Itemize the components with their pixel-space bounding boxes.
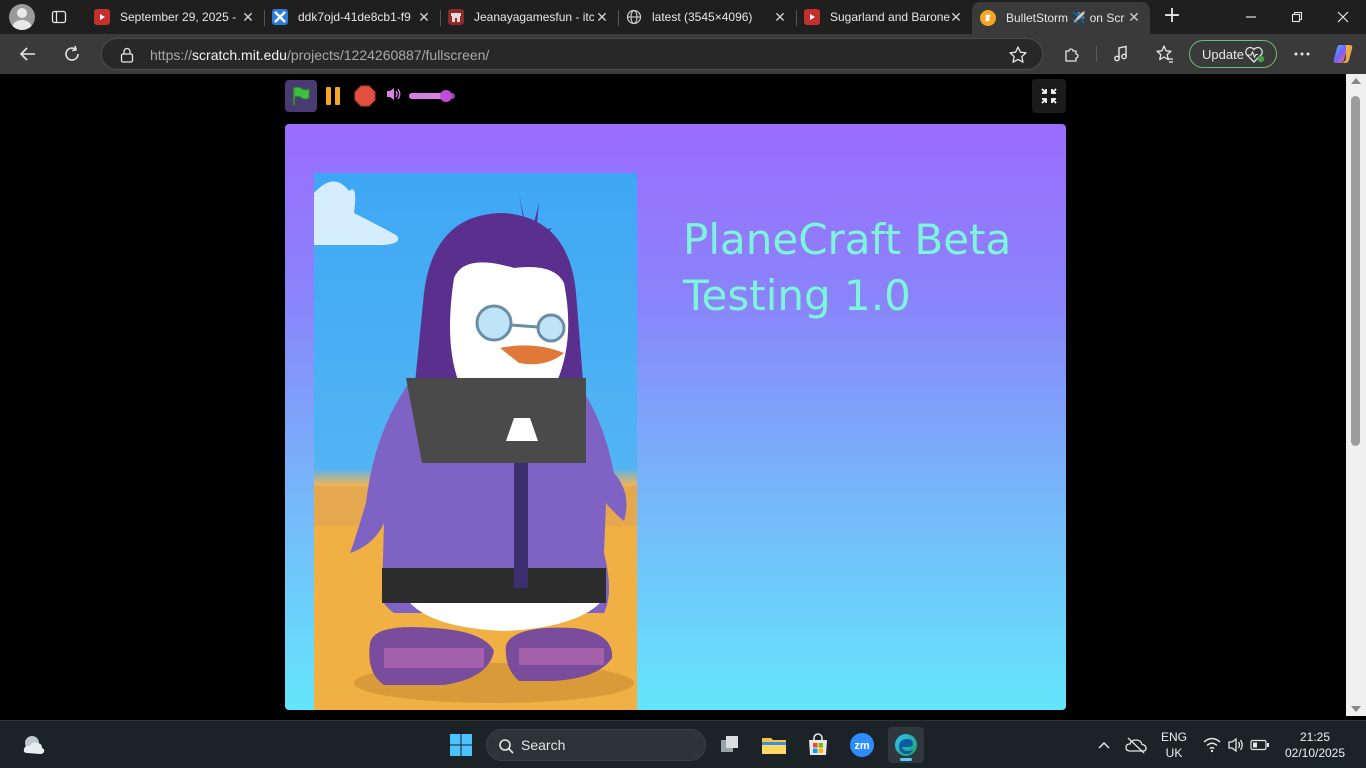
update-button[interactable]: Update: [1189, 40, 1277, 68]
toolbar-separator: [1096, 46, 1097, 62]
penguin-sprite-image: [314, 173, 637, 710]
youtube-icon: [94, 9, 110, 25]
scratch-player-controls: [285, 80, 455, 112]
active-app-indicator: [900, 758, 912, 761]
language-label: ENG: [1160, 730, 1187, 744]
back-button[interactable]: [16, 42, 40, 66]
media-control-icon[interactable]: [1109, 42, 1133, 66]
restore-button[interactable]: [1274, 0, 1320, 34]
show-hidden-icons-chevron-icon[interactable]: [1086, 727, 1122, 763]
url-scheme: https://: [150, 47, 193, 63]
globe-icon: [626, 9, 642, 25]
heart-pulse-icon: [1244, 46, 1266, 67]
file-explorer-icon[interactable]: [756, 727, 792, 763]
exit-fullscreen-icon: [1041, 88, 1057, 104]
url-path: /projects/1224260887/fullscreen/: [286, 47, 490, 63]
tab-title: ddk7ojd-41de8cb1-f9: [298, 10, 411, 24]
address-url[interactable]: https://scratch.mit.edu/projects/1224260…: [150, 47, 489, 63]
volume-control[interactable]: [385, 86, 455, 106]
tab-title: latest (3545×4096): [652, 10, 753, 24]
clock[interactable]: 21:25 02/10/2025: [1280, 729, 1350, 761]
tab-scratch-bulletstorm[interactable]: BulletStorm ✈️ on Scr ✕: [972, 2, 1150, 34]
tab-close-icon[interactable]: ✕: [594, 9, 610, 25]
taskbar-search-box[interactable]: Search: [486, 729, 706, 761]
tab-title: Jeanayagamesfun - itc: [474, 10, 594, 24]
speaker-icon[interactable]: [385, 86, 403, 106]
more-menu-icon[interactable]: [1290, 42, 1314, 66]
search-label: Search: [521, 737, 566, 753]
profile-avatar-icon[interactable]: [9, 4, 35, 30]
tab-itchio-jeanaya[interactable]: Jeanayagamesfun - itc ✕: [440, 2, 618, 32]
deviantart-icon: [272, 9, 288, 25]
volume-slider[interactable]: [409, 90, 455, 102]
edge-browser-icon[interactable]: [888, 727, 924, 763]
windows-taskbar: Search zm ENG UK 21:25 02/10/2025: [0, 720, 1366, 768]
clock-date: 02/10/2025: [1284, 746, 1346, 760]
tab-close-icon[interactable]: ✕: [240, 9, 256, 25]
clock-time: 21:25: [1299, 730, 1331, 744]
tab-title: Sugarland and Barone: [830, 10, 950, 24]
search-icon: [498, 738, 514, 757]
tab-close-icon[interactable]: ✕: [416, 9, 432, 25]
new-tab-button[interactable]: +: [1160, 5, 1184, 29]
tab-youtube-sugarland[interactable]: Sugarland and Barone ✕: [796, 2, 972, 32]
tab-deviantart-image[interactable]: ddk7ojd-41de8cb1-f9 ✕: [264, 2, 440, 32]
browser-toolbar: https://scratch.mit.edu/projects/1224260…: [0, 34, 1366, 74]
youtube-icon: [804, 9, 820, 25]
tab-youtube-september[interactable]: September 29, 2025 - ✕: [86, 2, 264, 32]
windows-logo-icon: [450, 734, 472, 756]
tab-latest-image[interactable]: latest (3545×4096) ✕: [618, 2, 796, 32]
start-button[interactable]: [443, 727, 479, 763]
scrollbar-thumb[interactable]: [1351, 96, 1360, 446]
exit-fullscreen-button[interactable]: [1032, 79, 1066, 113]
update-label: Update: [1202, 46, 1244, 62]
zoom-app-icon[interactable]: zm: [844, 727, 880, 763]
tab-title: BulletStorm ✈️ on Scr: [1006, 11, 1125, 25]
onedrive-offline-icon[interactable]: [1118, 727, 1154, 763]
close-window-button[interactable]: [1320, 0, 1366, 34]
tab-title: September 29, 2025 -: [120, 10, 237, 24]
minimize-button[interactable]: [1228, 0, 1274, 34]
region-label: UK: [1165, 746, 1183, 760]
address-bar[interactable]: https://scratch.mit.edu/projects/1224260…: [101, 38, 1043, 70]
weather-icon[interactable]: [16, 727, 52, 763]
tab-close-icon[interactable]: ✕: [948, 9, 964, 25]
scroll-up-arrow-icon[interactable]: [1351, 78, 1361, 84]
tab-close-icon[interactable]: ✕: [772, 9, 788, 25]
tab-close-icon[interactable]: ✕: [1126, 9, 1142, 25]
battery-icon[interactable]: [1242, 727, 1278, 763]
extensions-icon[interactable]: [1060, 42, 1084, 66]
volume-slider-knob[interactable]: [439, 90, 452, 102]
stop-button[interactable]: [349, 80, 381, 112]
page-scrollbar[interactable]: [1346, 74, 1366, 716]
svg-text:zm: zm: [854, 740, 870, 752]
input-language-indicator[interactable]: ENG UK: [1156, 729, 1192, 761]
itchio-icon: [448, 9, 464, 25]
tab-actions-icon[interactable]: [48, 6, 70, 28]
scroll-down-arrow-icon[interactable]: [1351, 706, 1361, 712]
favorite-star-icon[interactable]: [1008, 45, 1028, 69]
refresh-button[interactable]: [60, 42, 84, 66]
penguin-character-illustration: [314, 181, 637, 710]
task-view-icon[interactable]: [712, 727, 748, 763]
scratch-stage[interactable]: PlaneCraft Beta Testing 1.0: [285, 124, 1066, 710]
favorites-icon[interactable]: [1153, 42, 1177, 66]
pause-button[interactable]: [317, 80, 349, 112]
stage-title-text: PlaneCraft Beta Testing 1.0: [683, 215, 1012, 320]
green-flag-button[interactable]: [285, 80, 317, 112]
scratch-icon: [980, 10, 996, 26]
copilot-icon[interactable]: [1331, 42, 1355, 66]
url-host: scratch.mit.edu: [192, 47, 287, 63]
lock-icon[interactable]: [120, 47, 134, 67]
microsoft-store-icon[interactable]: [800, 727, 836, 763]
